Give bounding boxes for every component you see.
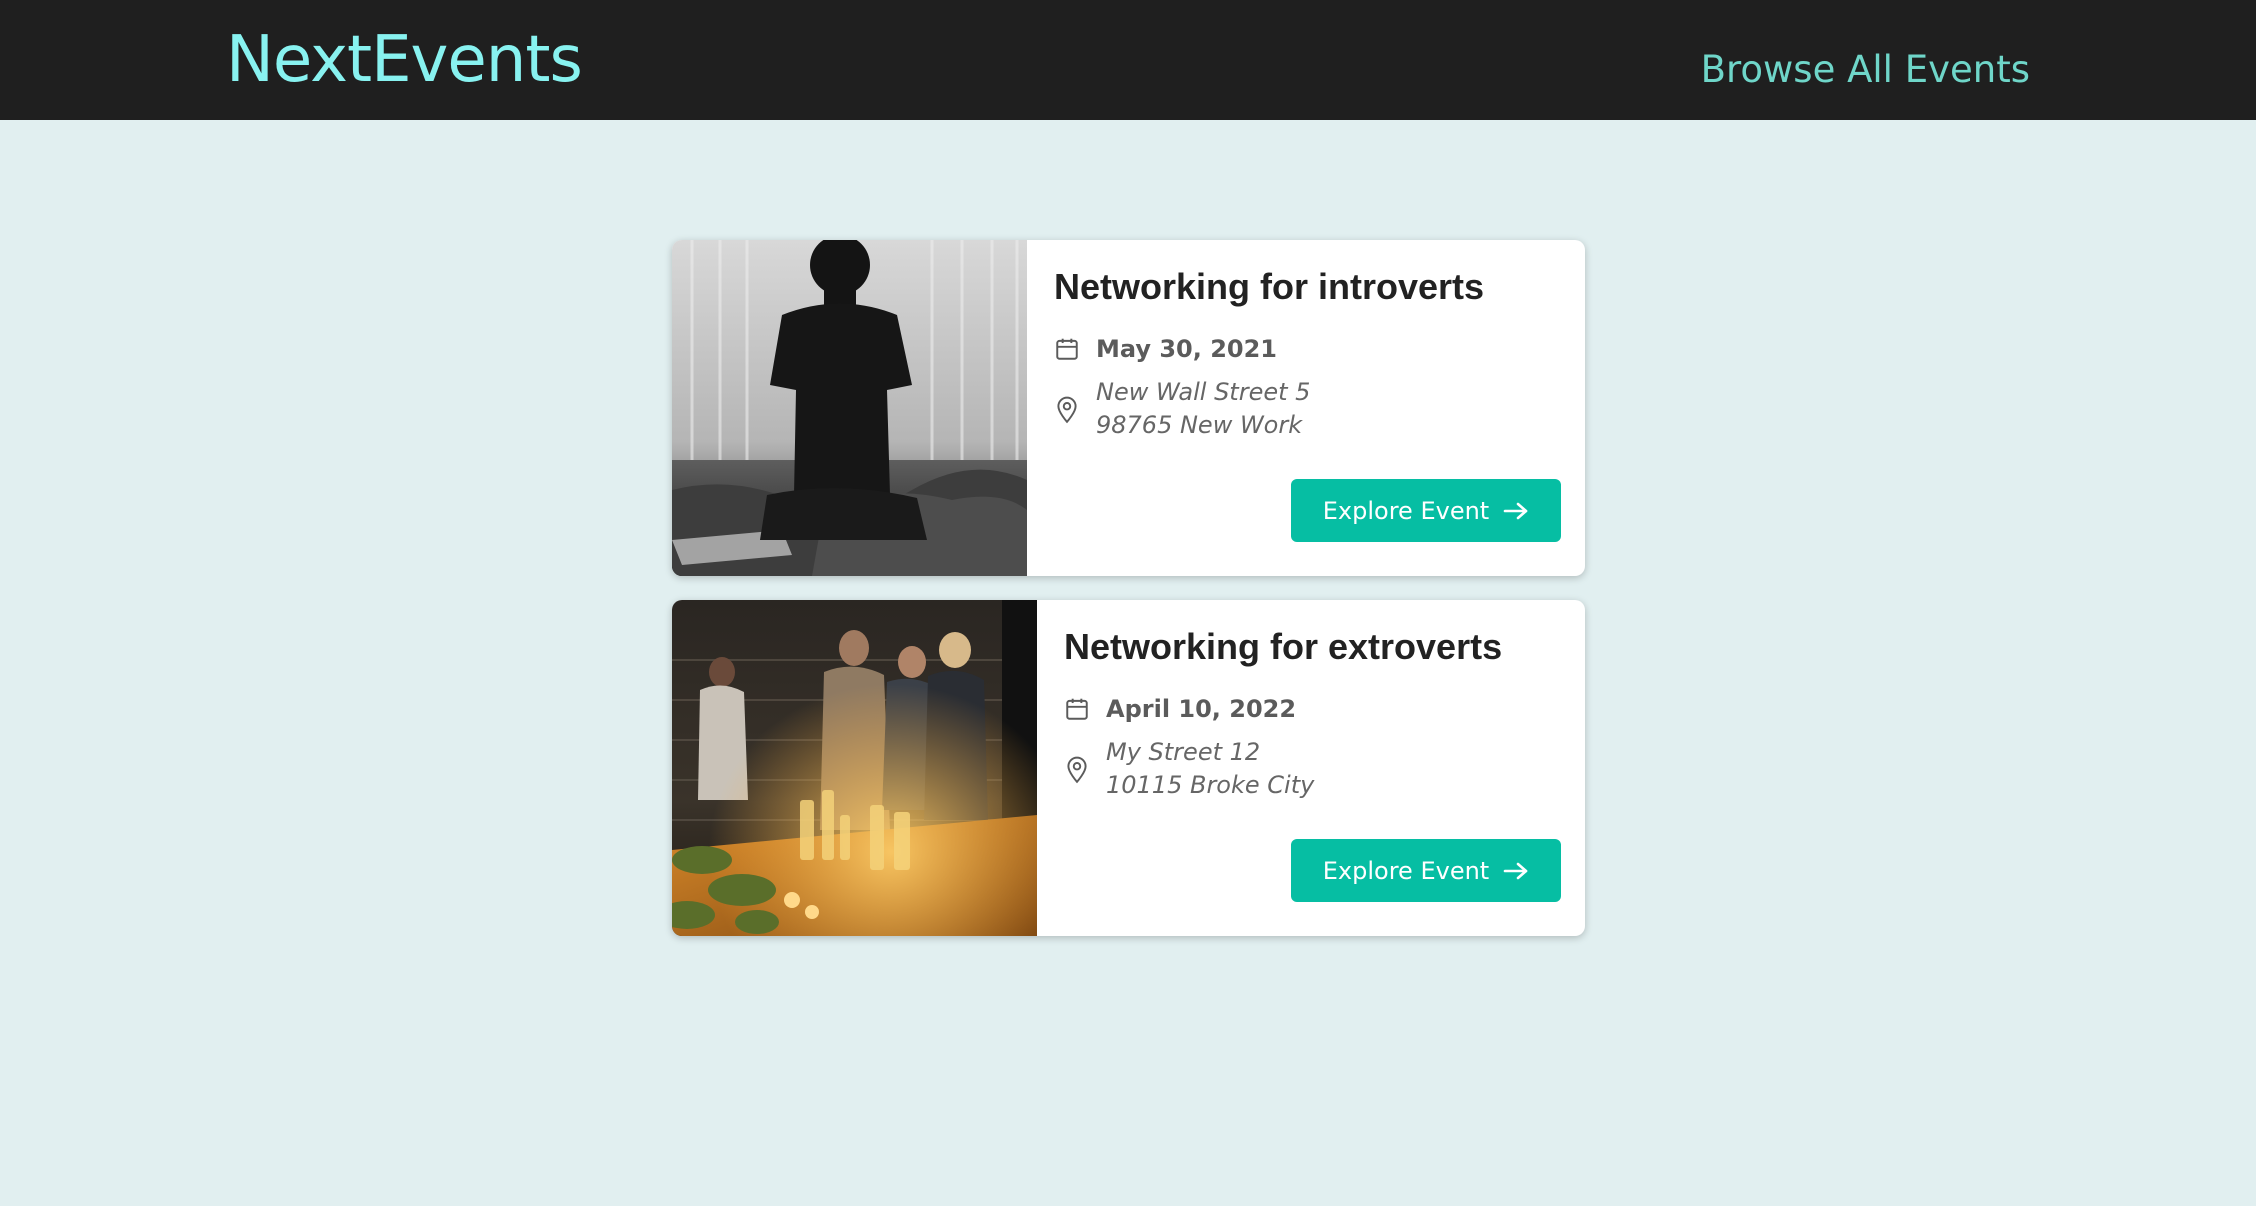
calendar-icon <box>1056 338 1078 360</box>
location-pin-icon <box>1057 396 1077 424</box>
button-label: Explore Event <box>1322 496 1490 525</box>
event-title: Networking for extroverts <box>1064 626 1503 667</box>
person-silhouette-photo <box>672 240 1027 576</box>
event-title: Networking for introverts <box>1054 266 1485 307</box>
event-card: Networking for introverts May 30, 2021 N… <box>672 240 1585 576</box>
address-line: My Street 12 <box>1106 738 1261 766</box>
address-line: New Wall Street 5 <box>1096 378 1311 406</box>
event-image <box>672 240 1027 576</box>
button-label: Explore Event <box>1322 856 1490 885</box>
event-address: New Wall Street 5 98765 New Work <box>1096 376 1310 442</box>
location-pin-icon <box>1067 756 1087 784</box>
event-address: My Street 12 10115 Broke City <box>1106 736 1314 802</box>
browse-all-events-link[interactable]: Browse All Events <box>1701 46 2030 94</box>
explore-event-button[interactable]: Explore Event <box>1291 479 1561 542</box>
event-details: Networking for introverts May 30, 2021 N… <box>1027 240 1585 576</box>
site-header: NextEvents Browse All Events <box>0 0 2256 120</box>
event-date: May 30, 2021 <box>1096 335 1278 363</box>
calendar-icon <box>1066 698 1088 720</box>
arrow-right-icon <box>1503 862 1528 879</box>
address-line: 10115 Broke City <box>1106 771 1315 799</box>
event-date: April 10, 2022 <box>1106 695 1297 723</box>
arrow-right-icon <box>1503 502 1528 519</box>
explore-event-button[interactable]: Explore Event <box>1291 839 1561 902</box>
event-image <box>672 600 1037 936</box>
logo[interactable]: NextEvents <box>226 24 583 96</box>
event-card: Networking for extroverts April 10, 2022… <box>672 600 1585 936</box>
address-line: 98765 New Work <box>1096 411 1303 439</box>
event-details: Networking for extroverts April 10, 2022… <box>1037 600 1585 936</box>
party-people-photo <box>672 600 1037 936</box>
